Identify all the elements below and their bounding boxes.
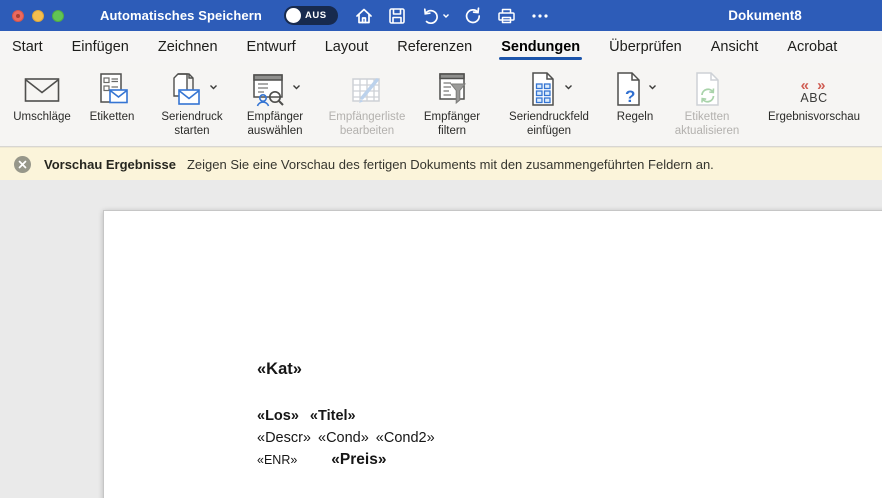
dismiss-infobar-button[interactable] [14, 156, 31, 173]
print-icon[interactable] [496, 6, 517, 26]
insert-merge-field-button[interactable]: Seriendruckfeld einfügen [492, 65, 606, 146]
ribbon-tabbar: Start Einfügen Zeichnen Entwurf Layout R… [0, 31, 882, 63]
home-icon[interactable] [354, 6, 374, 26]
word-window: Automatisches Speichern AUS [0, 0, 882, 498]
toggle-state-label: AUS [305, 10, 327, 21]
update-labels-icon [691, 71, 723, 109]
envelopes-button[interactable]: Umschläge [4, 65, 80, 146]
close-icon [18, 160, 27, 169]
tab-acrobat[interactable]: Acrobat [787, 33, 837, 62]
merge-field-descr[interactable]: «Descr» [257, 430, 311, 446]
chevron-down-icon [292, 83, 301, 91]
chevron-down-icon [564, 83, 573, 91]
labels-icon [94, 72, 130, 108]
edit-recipient-list-icon [348, 71, 386, 109]
preview-results-button[interactable]: « » ABC Ergebnisvorschau [756, 65, 872, 146]
autosave-label: Automatisches Speichern [100, 8, 262, 23]
update-labels-button: Etiketten aktualisieren [664, 65, 750, 146]
tab-ansicht[interactable]: Ansicht [711, 33, 759, 62]
undo-icon[interactable] [420, 6, 450, 26]
merge-field-preis[interactable]: «Preis» [331, 451, 386, 468]
merge-field-enr[interactable]: «ENR» [257, 453, 297, 467]
preview-results-infobar: Vorschau Ergebnisse Zeigen Sie eine Vors… [0, 147, 882, 180]
autosave-toggle[interactable]: AUS [284, 6, 338, 25]
merge-field-block: «Kat» «Los»«Titel» «Descr»«Cond»«Cond2» … [257, 360, 435, 471]
chevron-down-icon [648, 83, 657, 91]
select-recipients-button[interactable]: Empfänger auswählen [234, 65, 316, 146]
chevron-down-icon [209, 83, 218, 91]
toggle-knob [286, 8, 301, 23]
start-mail-merge-icon [167, 71, 205, 109]
document-page[interactable]: «Kat» «Los»«Titel» «Descr»«Cond»«Cond2» … [103, 210, 882, 498]
filter-recipients-button[interactable]: Empfänger filtern [418, 65, 486, 146]
infobar-title: Vorschau Ergebnisse [44, 157, 176, 172]
tab-layout[interactable]: Layout [325, 33, 369, 62]
tab-start[interactable]: Start [12, 33, 43, 62]
merge-field-cond2[interactable]: «Cond2» [376, 430, 435, 446]
envelope-icon [24, 77, 60, 103]
tab-entwurf[interactable]: Entwurf [247, 33, 296, 62]
preview-results-icon: « » ABC [800, 79, 827, 104]
document-title: Dokument8 [700, 8, 830, 23]
tab-einfuegen[interactable]: Einfügen [72, 33, 129, 62]
tab-sendungen[interactable]: Sendungen [501, 33, 580, 62]
merge-field-los[interactable]: «Los» [257, 408, 299, 424]
zoom-button[interactable] [52, 10, 64, 22]
ribbon: Umschläge Etiketten [0, 63, 882, 147]
merge-field-cond[interactable]: «Cond» [318, 430, 369, 446]
infobar-message: Zeigen Sie eine Vorschau des fertigen Do… [187, 157, 714, 172]
select-recipients-icon [250, 71, 288, 109]
redo-icon[interactable] [463, 6, 483, 26]
merge-field-titel[interactable]: «Titel» [310, 408, 356, 424]
merge-field-kat[interactable]: «Kat» [257, 360, 435, 379]
minimize-button[interactable] [32, 10, 44, 22]
tab-ueberpruefen[interactable]: Überprüfen [609, 33, 682, 62]
filter-recipients-icon [434, 71, 470, 109]
labels-button[interactable]: Etiketten [80, 65, 144, 146]
save-icon[interactable] [387, 6, 407, 26]
traffic-lights [12, 10, 64, 22]
tab-referenzen[interactable]: Referenzen [397, 33, 472, 62]
edit-recipient-list-button: Empfängerliste bearbeiten [316, 65, 418, 146]
tab-zeichnen[interactable]: Zeichnen [158, 33, 218, 62]
close-button[interactable] [12, 10, 24, 22]
start-mail-merge-button[interactable]: Seriendruck starten [150, 65, 234, 146]
svg-text:?: ? [625, 87, 635, 106]
insert-merge-field-icon [526, 71, 560, 109]
rules-icon: ? [614, 71, 644, 109]
more-icon[interactable] [530, 6, 550, 26]
document-area: «Kat» «Los»«Titel» «Descr»«Cond»«Cond2» … [0, 180, 882, 498]
titlebar: Automatisches Speichern AUS [0, 0, 882, 31]
undo-chevron-icon [442, 12, 450, 20]
rules-button[interactable]: ? Regeln [606, 65, 664, 146]
